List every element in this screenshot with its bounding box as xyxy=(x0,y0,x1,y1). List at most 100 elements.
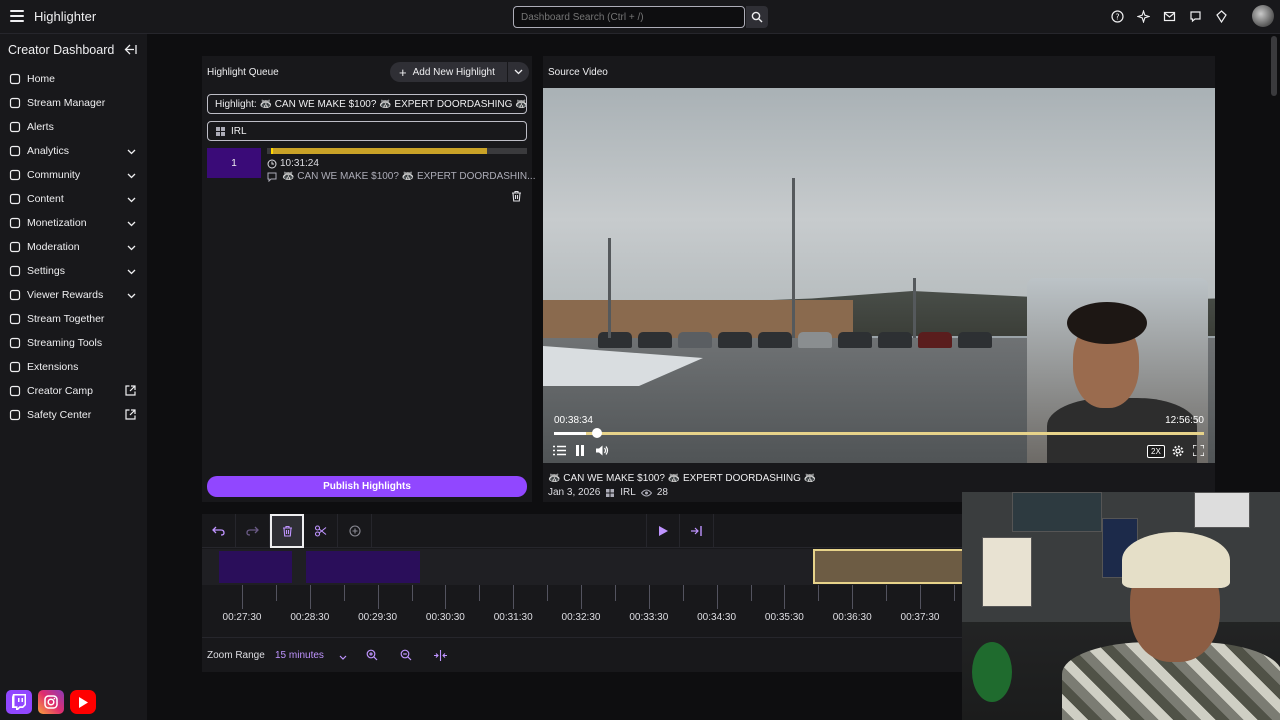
redo-icon[interactable] xyxy=(236,514,270,548)
sidebar-item-label: Stream Manager xyxy=(27,97,106,109)
zoom-range-select[interactable]: 15 minutes xyxy=(275,650,324,661)
ruler-label: 00:30:30 xyxy=(425,612,465,623)
pause-icon[interactable] xyxy=(575,445,585,456)
clip-time: 10:31:24 xyxy=(267,158,319,169)
sidebar-item-label: Community xyxy=(27,169,81,181)
sidebar-item-extensions[interactable]: Extensions xyxy=(0,355,147,379)
chevron-down-icon[interactable] xyxy=(127,146,136,158)
zoom-range-label: Zoom Range xyxy=(207,650,265,661)
delete-clip-icon[interactable] xyxy=(511,190,522,205)
app-title: Highlighter xyxy=(34,9,97,24)
sidebar-item-label: Viewer Rewards xyxy=(27,289,104,301)
sidebar-item-stream-manager[interactable]: Stream Manager xyxy=(0,91,147,115)
stream-manager-icon xyxy=(9,97,21,109)
external-link-icon xyxy=(125,409,136,423)
category-value: IRL xyxy=(231,125,247,137)
community-icon xyxy=(9,169,21,181)
video-player[interactable]: 00:38:34 12:56:50 2X xyxy=(543,88,1215,463)
chevron-down-icon[interactable] xyxy=(127,266,136,278)
sidebar-item-stream-together[interactable]: Stream Together xyxy=(0,307,147,331)
publish-highlights-button[interactable]: Publish Highlights xyxy=(207,476,527,497)
page-scrollbar[interactable] xyxy=(1271,36,1277,96)
settings-gear-icon[interactable] xyxy=(1172,445,1184,457)
chevron-down-icon[interactable] xyxy=(339,651,347,663)
chevron-down-icon[interactable] xyxy=(127,290,136,302)
add-clip-icon[interactable] xyxy=(338,514,372,548)
sidebar-item-settings[interactable]: Settings xyxy=(0,259,147,283)
sidebar: Creator Dashboard Home Stream Manager Aler… xyxy=(0,34,147,720)
inbox-icon[interactable] xyxy=(1162,9,1176,23)
sidebar-item-analytics[interactable]: Analytics xyxy=(0,139,147,163)
zoom-in-icon[interactable] xyxy=(363,646,381,664)
category-field[interactable]: IRL xyxy=(207,121,527,141)
scissors-icon[interactable] xyxy=(304,514,338,548)
delete-segment-icon[interactable] xyxy=(270,514,304,548)
search-input[interactable] xyxy=(513,6,745,28)
video-scrubber[interactable] xyxy=(554,428,1204,438)
sidebar-item-moderation[interactable]: Moderation xyxy=(0,235,147,259)
clip-row[interactable]: 1 10:31:24 🦝 CAN WE MAKE $100? 🦝 EXPERT … xyxy=(207,148,536,208)
sidebar-item-label: Safety Center xyxy=(27,409,92,421)
social-watermark xyxy=(6,690,96,714)
sidebar-item-home[interactable]: Home xyxy=(0,67,147,91)
ruler-tick xyxy=(309,585,311,609)
category-icon xyxy=(606,488,615,497)
sidebar-item-content[interactable]: Content xyxy=(0,187,147,211)
fullscreen-icon[interactable] xyxy=(1193,445,1204,456)
sidebar-item-streaming-tools[interactable]: Streaming Tools xyxy=(0,331,147,355)
sidebar-item-label: Creator Camp xyxy=(27,385,93,397)
ruler-label: 00:29:30 xyxy=(358,612,398,623)
avatar[interactable] xyxy=(1252,5,1274,27)
ruler-tick xyxy=(716,585,718,609)
ruler-tick xyxy=(784,585,786,609)
menu-icon[interactable] xyxy=(7,6,27,26)
bits-icon[interactable] xyxy=(1214,9,1228,23)
eye-icon xyxy=(640,489,652,496)
sidebar-item-safety-center[interactable]: Safety Center xyxy=(0,403,147,427)
chevron-down-icon[interactable] xyxy=(127,170,136,182)
video-meta: Jan 3, 2026 IRL 28 xyxy=(548,487,668,498)
undo-icon[interactable] xyxy=(202,514,236,548)
jump-to-end-icon[interactable] xyxy=(680,514,714,548)
video-title-text: 🦝 CAN WE MAKE $100? 🦝 EXPERT DOORDASHING… xyxy=(548,473,817,484)
search-button[interactable] xyxy=(746,6,768,28)
add-new-highlight-button[interactable]: + Add New Highlight xyxy=(390,62,529,82)
collapse-sidebar-icon[interactable] xyxy=(124,44,137,58)
chevron-down-icon[interactable] xyxy=(127,218,136,230)
ruler-tick xyxy=(581,585,582,609)
playback-speed-badge[interactable]: 2X xyxy=(1147,445,1165,458)
add-highlight-dropdown[interactable] xyxy=(507,62,529,82)
ruler-tick xyxy=(343,585,345,601)
ruler-label: 00:36:30 xyxy=(832,612,872,623)
highlight-segment[interactable] xyxy=(306,551,420,583)
clip-title-value: 🦝 CAN WE MAKE $100? 🦝 EXPERT DOORDASHIN.… xyxy=(282,171,536,182)
highlight-segment[interactable] xyxy=(219,551,292,583)
play-icon[interactable] xyxy=(646,514,680,548)
ruler-tick xyxy=(547,585,549,601)
ruler-label: 00:28:30 xyxy=(290,612,330,623)
whisper-icon[interactable] xyxy=(1188,9,1202,23)
scrubber-knob[interactable] xyxy=(592,428,602,438)
zoom-out-icon[interactable] xyxy=(397,646,415,664)
sidebar-item-monetization[interactable]: Monetization xyxy=(0,211,147,235)
sidebar-item-viewer-rewards[interactable]: Viewer Rewards xyxy=(0,283,147,307)
ruler-tick xyxy=(479,585,481,601)
instagram-logo-icon xyxy=(38,690,64,714)
help-icon[interactable]: ? xyxy=(1110,9,1124,23)
chevron-down-icon[interactable] xyxy=(127,194,136,206)
sidebar-item-community[interactable]: Community xyxy=(0,163,147,187)
external-link-icon xyxy=(125,385,136,399)
sidebar-item-alerts[interactable]: Alerts xyxy=(0,115,147,139)
top-bar: Highlighter ? xyxy=(0,0,1280,34)
volume-icon[interactable] xyxy=(596,445,609,456)
list-icon[interactable] xyxy=(553,445,566,456)
chevron-down-icon[interactable] xyxy=(127,242,136,254)
highlight-title-field[interactable]: Highlight: 🦝 CAN WE MAKE $100? 🦝 EXPERT … xyxy=(207,94,527,114)
sidebar-item-label: Stream Together xyxy=(27,313,105,325)
sparkle-icon[interactable] xyxy=(1136,9,1150,23)
sidebar-item-creator-camp[interactable]: Creator Camp xyxy=(0,379,147,403)
content-icon xyxy=(9,193,21,205)
fit-timeline-icon[interactable] xyxy=(431,646,449,664)
ruler-tick xyxy=(852,585,854,609)
sidebar-item-label: Moderation xyxy=(27,241,80,253)
